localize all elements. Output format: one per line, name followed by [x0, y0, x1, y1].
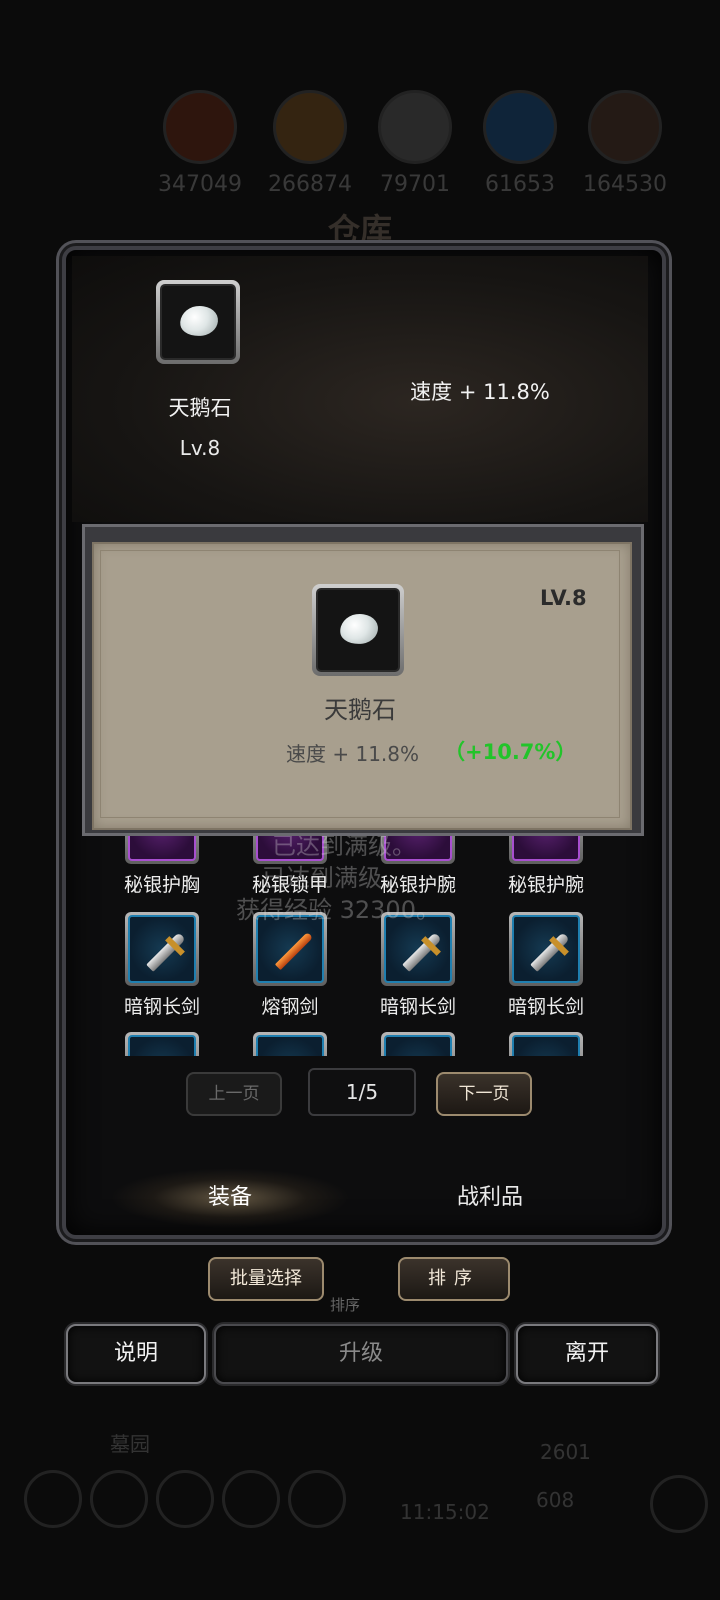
inventory-item[interactable] — [102, 1032, 222, 1056]
message-line-2: 已达到满级。 — [262, 864, 406, 892]
resource-item: 347049 — [150, 90, 250, 197]
item-slot — [253, 1032, 327, 1056]
resource-item: 61653 — [470, 90, 570, 197]
warehouse-title: 仓库 — [327, 211, 392, 249]
popup-item-stat: 速度 + 11.8% — [286, 742, 420, 766]
item-label: 暗钢长剑 — [507, 996, 584, 1018]
menu-icon — [90, 1470, 148, 1528]
inventory-item[interactable]: 秘银护胸 — [102, 830, 222, 897]
menu-icon — [24, 1470, 82, 1528]
item-label: 暗钢长剑 — [379, 996, 456, 1018]
sort-button[interactable]: 排序 — [398, 1257, 510, 1301]
longsword-icon — [128, 915, 196, 983]
resource-icon — [588, 90, 662, 164]
item-slot — [381, 1032, 455, 1056]
longsword-icon — [512, 915, 580, 983]
popup-stat-bonus: （+10.7%） — [444, 740, 577, 764]
page-indicator: 1/5 — [308, 1068, 416, 1116]
resource-item: 79701 — [365, 90, 465, 197]
popup-item-name: 天鹅石 — [324, 696, 396, 724]
inventory-item[interactable]: 熔钢剑 — [230, 912, 350, 1019]
inventory-item[interactable]: 暗钢长剑 — [102, 912, 222, 1019]
garden-label: 墓园 — [110, 1432, 150, 1456]
resource-icon — [483, 90, 557, 164]
item-label: 秘银护腕 — [507, 874, 584, 896]
resource-value: 266874 — [268, 172, 352, 197]
item-label: 秘银护胸 — [123, 874, 200, 896]
message-line-3: 获得经验 32300。 — [236, 896, 440, 924]
resource-item: 164530 — [575, 90, 675, 197]
item-slot — [509, 912, 583, 986]
prev-page-button[interactable]: 上一页 — [186, 1072, 282, 1116]
next-page-button[interactable]: 下一页 — [436, 1072, 532, 1116]
resource-value: 61653 — [485, 172, 555, 197]
batch-select-button[interactable]: 批量选择 — [208, 1257, 324, 1301]
menu-icon — [156, 1470, 214, 1528]
swan-stone-icon — [178, 303, 220, 339]
add-icon — [650, 1475, 708, 1533]
resource-icon — [273, 90, 347, 164]
item-slot — [125, 912, 199, 986]
selected-item-stat: 速度 + 11.8% — [410, 380, 550, 404]
item-icon — [384, 1035, 452, 1056]
resource-value: 164530 — [583, 172, 667, 197]
popup-item-frame — [316, 588, 400, 672]
item-label: 熔钢剑 — [261, 996, 319, 1018]
inventory-item[interactable]: 秘银护腕 — [486, 830, 606, 897]
inventory-item[interactable]: 暗钢长剑 — [358, 912, 478, 1019]
molten-sword-icon — [256, 915, 324, 983]
selected-item-level: Lv.8 — [179, 436, 221, 460]
inventory-item[interactable] — [486, 1032, 606, 1056]
menu-icon — [222, 1470, 280, 1528]
item-icon — [128, 1035, 196, 1056]
clock-readout: 11:15:02 — [400, 1500, 490, 1524]
longsword-icon — [384, 915, 452, 983]
inventory-item[interactable] — [358, 1032, 478, 1056]
inventory-item[interactable] — [230, 1032, 350, 1056]
item-icon — [256, 1035, 324, 1056]
sort-ghost-label: 排序 — [330, 1296, 361, 1314]
swan-stone-icon — [338, 611, 380, 647]
selected-item-name: 天鹅石 — [168, 396, 232, 420]
resource-value: 79701 — [380, 172, 450, 197]
item-label: 暗钢长剑 — [123, 996, 200, 1018]
tab-loot[interactable]: 战利品 — [370, 1168, 610, 1228]
selected-item-slot[interactable] — [156, 280, 240, 364]
item-slot — [125, 1032, 199, 1056]
item-slot — [509, 1032, 583, 1056]
gem-count: 608 — [536, 1488, 575, 1512]
resource-value: 347049 — [158, 172, 242, 197]
leave-button[interactable]: 离开 — [516, 1324, 658, 1384]
coin-count: 2601 — [540, 1440, 591, 1464]
popup-item-slot — [312, 584, 404, 676]
upgrade-button[interactable]: 升级 — [214, 1324, 508, 1384]
item-icon — [512, 1035, 580, 1056]
resource-icon — [378, 90, 452, 164]
popup-level: LV.8 — [540, 586, 587, 610]
inventory-item[interactable]: 暗钢长剑 — [486, 912, 606, 1019]
resource-item: 266874 — [260, 90, 360, 197]
resource-icon — [163, 90, 237, 164]
tab-equipment[interactable]: 装备 — [110, 1168, 350, 1228]
menu-icon — [288, 1470, 346, 1528]
resource-bar: 347049 266874 79701 61653 164530 — [0, 90, 720, 200]
help-button[interactable]: 说明 — [66, 1324, 206, 1384]
selected-item-frame — [160, 284, 236, 360]
